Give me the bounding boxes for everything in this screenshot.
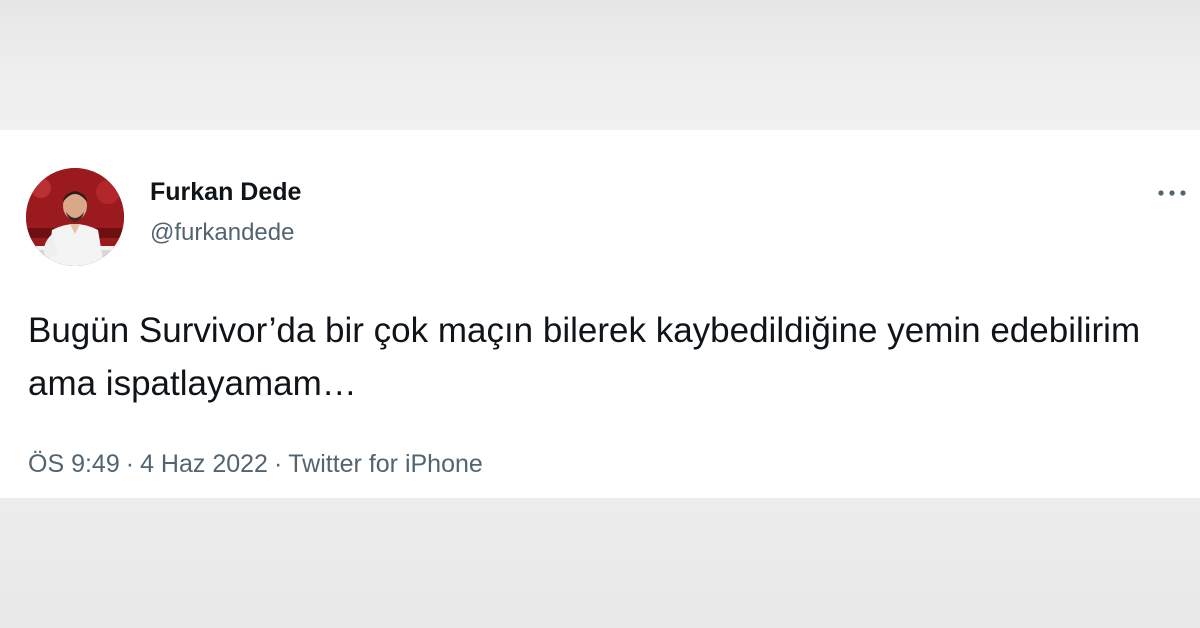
tweet-source[interactable]: Twitter for iPhone bbox=[288, 450, 483, 478]
tweet-text: Bugün Survivor’da bir çok maçın bilerek … bbox=[28, 311, 1141, 403]
avatar-photo bbox=[26, 168, 124, 266]
author-avatar[interactable] bbox=[26, 168, 124, 266]
tweet-metadata: ÖS 9:49 · 4 Haz 2022 · Twitter for iPhone bbox=[28, 450, 483, 479]
background-top bbox=[0, 0, 1200, 130]
tweet-card: Furkan Dede @furkandede Bugün Survivor’d… bbox=[0, 130, 1200, 498]
author-name[interactable]: Furkan Dede bbox=[150, 178, 301, 207]
author-handle[interactable]: @furkandede bbox=[150, 219, 294, 247]
more-horizontal-icon bbox=[1158, 190, 1186, 196]
tweet-date[interactable]: 4 Haz 2022 bbox=[140, 450, 268, 478]
meta-separator: · bbox=[273, 450, 283, 478]
more-options-button[interactable] bbox=[1152, 178, 1192, 208]
meta-separator: · bbox=[125, 450, 135, 478]
tweet-time[interactable]: ÖS 9:49 bbox=[28, 450, 120, 478]
background-bottom bbox=[0, 498, 1200, 628]
